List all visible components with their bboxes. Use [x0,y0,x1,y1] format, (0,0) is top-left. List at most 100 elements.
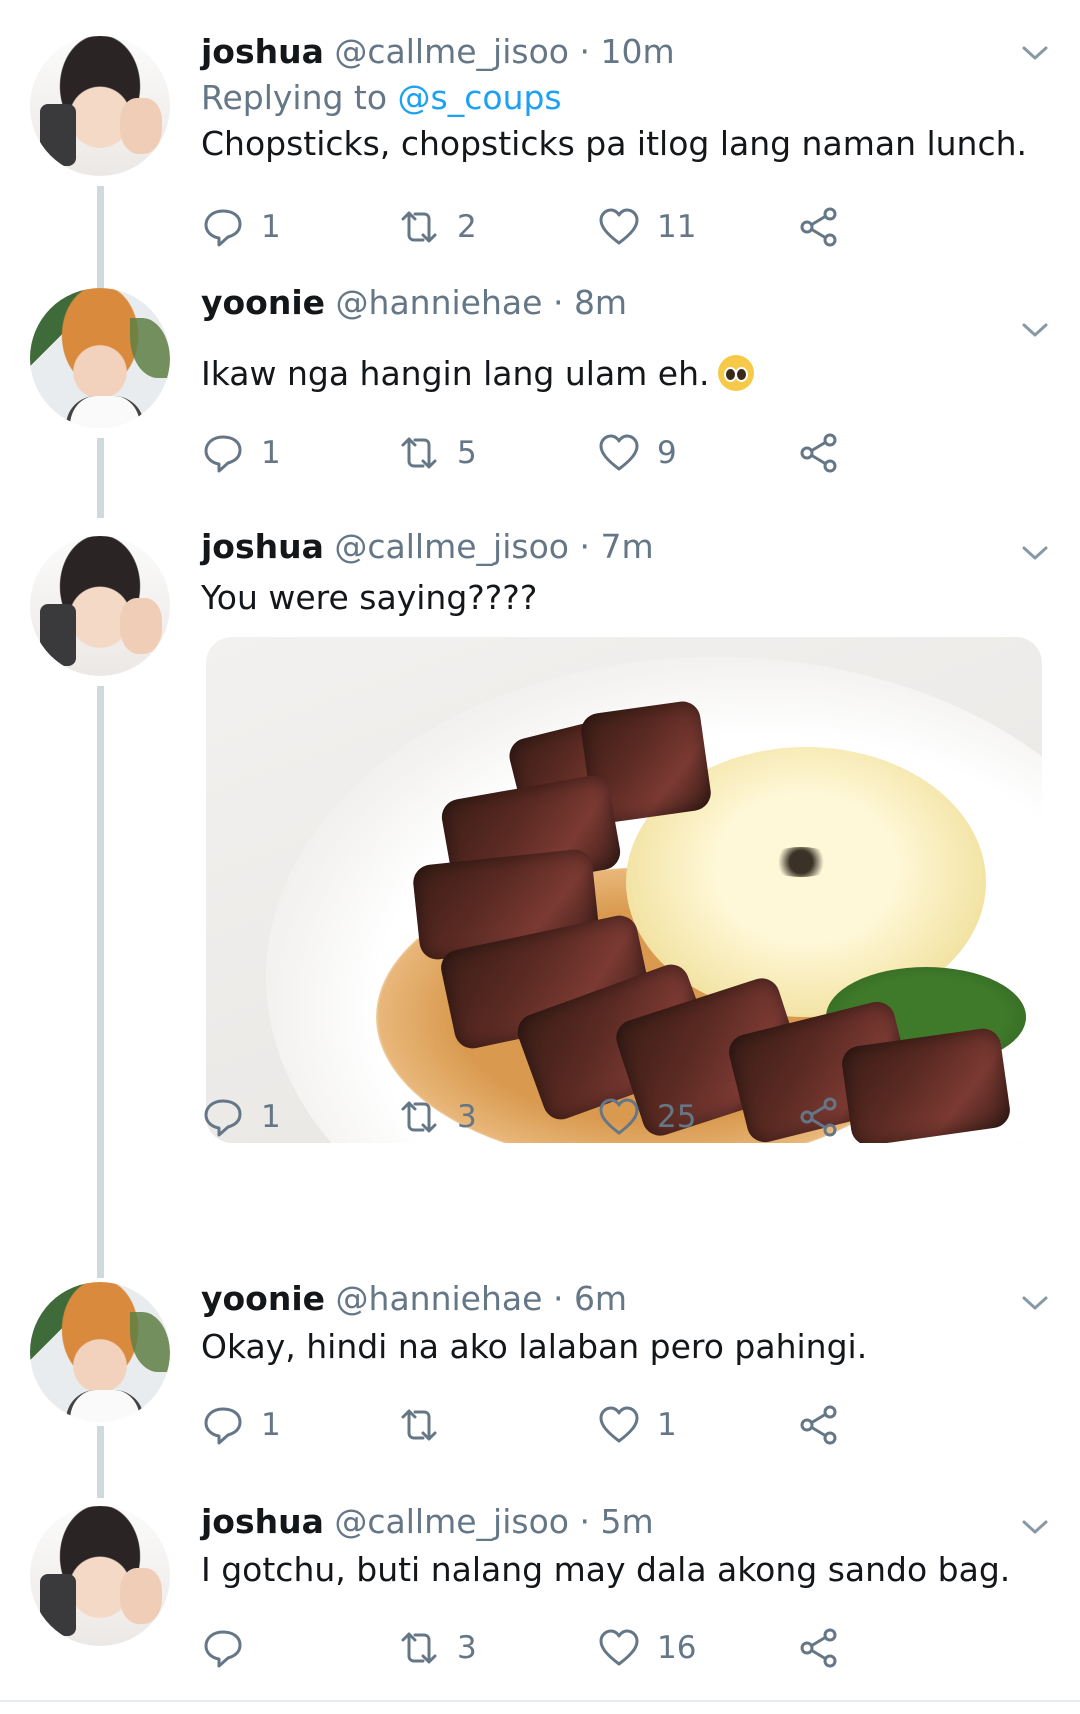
timestamp[interactable]: 6m [574,1279,627,1318]
tweet-text: I gotchu, buti nalang may dala akong san… [201,1550,1011,1589]
avatar[interactable] [30,1282,170,1422]
tweet-text-content: Ikaw nga hangin lang ulam eh. [201,354,710,393]
share-button[interactable] [797,428,841,478]
thread-line [97,438,104,518]
retweet-button[interactable] [397,1400,457,1450]
black-pepper [766,847,836,877]
tweet-actions: 3 16 [201,1623,961,1673]
retweet-button[interactable]: 2 [397,202,477,252]
separator: · [579,1502,590,1541]
tweet-header: joshua @callme_jisoo · 5m [201,1502,654,1542]
chevron-down-icon[interactable] [1020,38,1050,68]
tweet-actions: 1 2 11 [201,202,961,252]
timestamp[interactable]: 8m [574,283,627,322]
avatar[interactable] [30,36,170,176]
shirt-in-avatar [66,1390,144,1422]
retweet-count: 5 [457,435,477,471]
retweet-icon [401,1101,437,1133]
reply-icon [204,1630,242,1668]
separator: · [552,1279,564,1318]
display-name[interactable]: joshua [201,1502,324,1541]
reply-button[interactable]: 1 [201,202,281,252]
avatar[interactable] [30,288,170,428]
user-handle[interactable]: @callme_jisoo [334,1502,569,1541]
like-button[interactable]: 9 [597,428,677,478]
tweet-actions: 1 3 25 [201,1092,961,1142]
reply-button[interactable]: 1 [201,1092,281,1142]
display-name[interactable]: yoonie [201,283,325,322]
replying-to-label: Replying to [201,78,388,117]
reply-button[interactable]: 1 [201,428,281,478]
share-button[interactable] [797,1623,841,1673]
avatar[interactable] [30,1506,170,1646]
phone-in-avatar [40,1574,76,1636]
replying-to-handle-link[interactable]: @s_coups [398,78,562,117]
reply-count: 1 [261,209,281,245]
like-count: 9 [657,435,677,471]
replying-to: Replying to @s_coups [201,78,562,118]
phone-in-avatar [40,604,76,666]
chevron-down-icon[interactable] [1020,1288,1050,1318]
tweet-text: You were saying???? [201,578,538,617]
share-icon [800,1628,837,1668]
like-button[interactable]: 16 [597,1623,696,1673]
heart-icon [599,208,639,245]
like-button[interactable]: 1 [597,1400,677,1450]
share-icon [800,1405,837,1445]
retweet-icon [401,437,437,469]
tweet-actions: 1 1 [201,1400,961,1450]
user-handle[interactable]: @hanniehae [336,1279,543,1318]
tweet-text: Chopsticks, chopsticks pa itlog lang nam… [201,124,1028,163]
phone-in-avatar [40,104,76,166]
tweet-photo[interactable] [206,637,1042,1143]
timestamp[interactable]: 10m [600,32,674,71]
hand-in-avatar [120,98,162,154]
display-name[interactable]: joshua [201,527,324,566]
separator: · [579,32,590,71]
retweet-button[interactable]: 3 [397,1623,477,1673]
reply-icon [204,435,242,473]
reply-icon [204,1407,242,1445]
display-name[interactable]: joshua [201,32,324,71]
retweet-icon [401,211,437,243]
tweet-text: Okay, hindi na ako lalaban pero pahingi. [201,1327,868,1366]
user-handle[interactable]: @callme_jisoo [334,527,569,566]
user-handle[interactable]: @hanniehae [336,283,543,322]
heart-icon [599,1629,639,1666]
chevron-down-icon[interactable] [1020,315,1050,345]
reply-icon [204,1099,242,1137]
avatar[interactable] [30,536,170,676]
timestamp[interactable]: 7m [600,527,653,566]
leaf-in-avatar [130,1312,170,1372]
heart-icon [599,434,639,471]
like-count: 1 [657,1407,677,1443]
reply-count: 1 [261,1407,281,1443]
retweet-icon [401,1632,437,1664]
retweet-button[interactable]: 3 [397,1092,477,1142]
heart-icon [599,1406,639,1443]
share-button[interactable] [797,202,841,252]
hand-in-avatar [120,598,162,654]
share-icon [800,433,837,473]
user-handle[interactable]: @callme_jisoo [334,32,569,71]
display-name[interactable]: yoonie [201,1279,325,1318]
retweet-button[interactable]: 5 [397,428,477,478]
reply-button[interactable] [201,1623,261,1673]
tweet-header: yoonie @hanniehae · 6m [201,1279,627,1319]
chevron-down-icon[interactable] [1020,538,1050,568]
retweet-count: 3 [457,1099,477,1135]
share-icon [800,1097,837,1137]
reply-button[interactable]: 1 [201,1400,281,1450]
share-button[interactable] [797,1400,841,1450]
like-button[interactable]: 25 [597,1092,696,1142]
like-count: 25 [657,1099,697,1135]
heart-icon [599,1098,639,1135]
like-button[interactable]: 11 [597,202,696,252]
thread-line [97,686,104,1278]
timestamp[interactable]: 5m [600,1502,653,1541]
bottom-divider [0,1700,1080,1702]
tweet-text: Ikaw nga hangin lang ulam eh. [201,354,754,394]
chevron-down-icon[interactable] [1020,1512,1050,1542]
reply-count: 1 [261,1099,281,1135]
share-button[interactable] [797,1092,841,1142]
